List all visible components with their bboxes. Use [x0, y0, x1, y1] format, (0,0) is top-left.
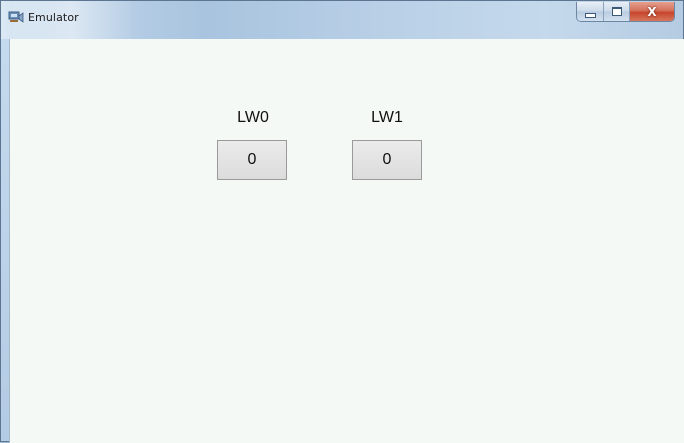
emulator-app-icon[interactable] — [8, 10, 24, 24]
emulator-window: Emulator X LW0 0 LW1 0 — [0, 0, 684, 443]
minimize-icon — [584, 12, 596, 18]
close-button[interactable]: X — [630, 2, 674, 21]
close-icon: X — [647, 4, 657, 19]
lw0-value-box[interactable]: 0 — [217, 140, 287, 180]
caption-buttons: X — [576, 2, 675, 22]
lw0-label: LW0 — [237, 109, 269, 126]
lw1-label: LW1 — [371, 109, 403, 126]
maximize-button[interactable] — [604, 2, 630, 21]
maximize-icon — [611, 7, 622, 16]
lw1-value: 0 — [382, 151, 392, 168]
lw1-value-box[interactable]: 0 — [352, 140, 422, 180]
minimize-button[interactable] — [577, 2, 604, 21]
window-title: Emulator — [28, 11, 79, 24]
lw0-value: 0 — [247, 151, 257, 168]
emulator-client-area: LW0 0 LW1 0 — [9, 39, 684, 443]
title-bar[interactable]: Emulator X — [1, 1, 683, 39]
